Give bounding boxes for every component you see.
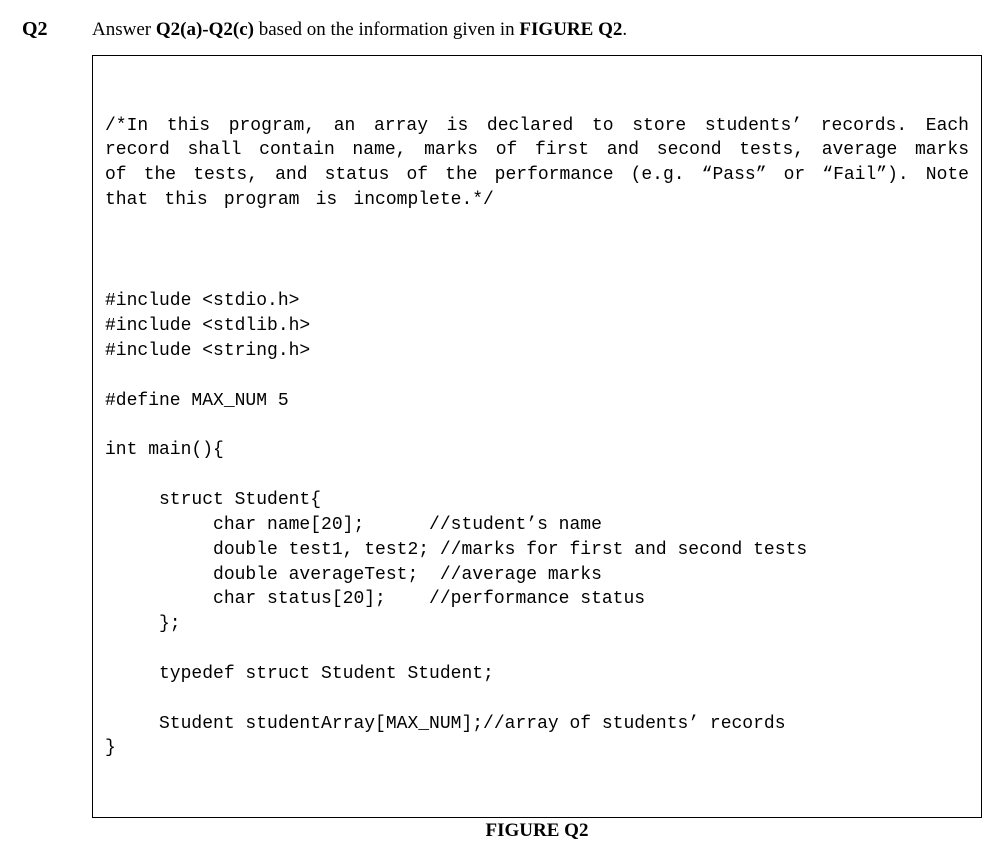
code-lines: #include <stdio.h> #include <stdlib.h> #… — [105, 265, 969, 762]
figure-wrap: /*In this program, an array is declared … — [92, 55, 982, 842]
code-box: /*In this program, an array is declared … — [92, 55, 982, 818]
figure-caption: FIGURE Q2 — [92, 820, 982, 842]
question-header: Q2 Answer Q2(a)-Q2(c) based on the infor… — [22, 18, 982, 41]
prompt-bold-figure: FIGURE Q2 — [519, 19, 622, 40]
prompt-mid: based on the information given in — [254, 19, 519, 40]
question-number: Q2 — [22, 18, 64, 41]
prompt-bold-range: Q2(a)-Q2(c) — [156, 19, 254, 40]
code-comment: /*In this program, an array is declared … — [105, 114, 969, 213]
prompt-prefix: Answer — [92, 19, 156, 40]
question-prompt: Answer Q2(a)-Q2(c) based on the informat… — [92, 19, 627, 41]
prompt-suffix: . — [622, 19, 627, 40]
